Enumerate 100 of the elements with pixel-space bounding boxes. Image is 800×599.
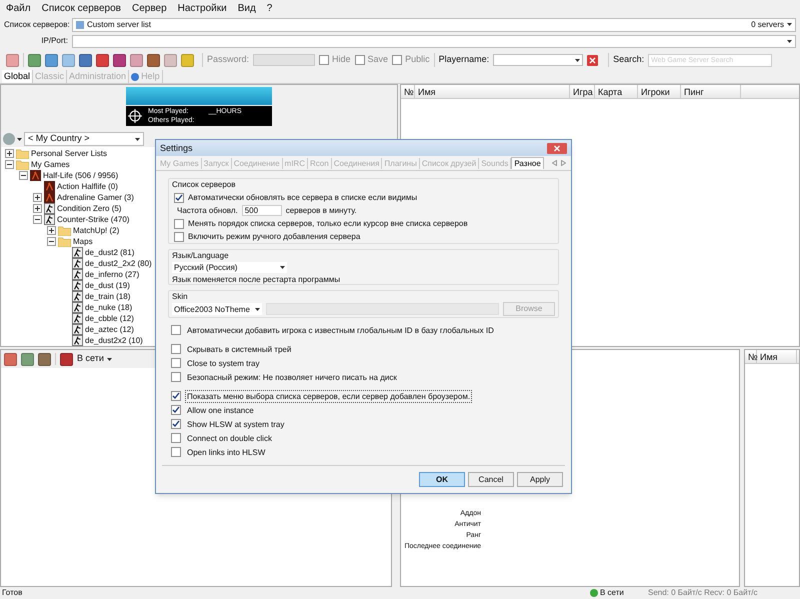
expand-toggle[interactable] — [5, 149, 14, 158]
tree-item[interactable]: de_aztec (12) — [85, 324, 134, 334]
column-header[interactable]: Имя — [757, 350, 797, 363]
toolbar-icon[interactable] — [28, 54, 41, 66]
tree-item[interactable]: Half-Life (506 / 9956) — [43, 170, 118, 180]
checkbox[interactable] — [392, 55, 402, 65]
toolbar-icon[interactable] — [147, 54, 160, 66]
traffic-status: Send: 0 Байт/с Recv: 0 Байт/с — [648, 587, 758, 599]
checkbox[interactable] — [171, 405, 181, 415]
tree-item[interactable]: de_inferno (27) — [85, 270, 140, 280]
checkbox[interactable] — [171, 419, 181, 429]
group-title: Язык/Language — [172, 250, 230, 261]
tab[interactable]: Разное — [511, 157, 544, 169]
field-unit: серверов в минуту. — [286, 205, 357, 216]
caret-icon — [106, 358, 112, 360]
soldier-icon — [72, 335, 83, 346]
collapse-toggle[interactable] — [19, 171, 28, 180]
tree-item[interactable]: Counter-Strike (470) — [57, 214, 130, 224]
expand-toggle[interactable] — [47, 226, 56, 235]
menu-item[interactable]: Список серверов — [42, 0, 121, 16]
tree-item[interactable]: Condition Zero (5) — [57, 204, 122, 214]
clear-icon[interactable] — [587, 54, 598, 66]
dialog-button[interactable]: Cancel — [468, 472, 514, 487]
lambda-icon — [30, 170, 41, 181]
folder-icon — [58, 226, 71, 236]
checkbox[interactable] — [171, 372, 181, 382]
toolbar-icon[interactable] — [6, 54, 19, 66]
lambda-icon — [44, 181, 55, 192]
column-header[interactable]: Пинг — [681, 85, 741, 98]
tree-item[interactable]: MatchUp! (2) — [73, 226, 120, 236]
field-label: Playername: — [438, 53, 490, 66]
checkbox[interactable] — [174, 218, 184, 228]
scroll-right-icon[interactable] — [561, 160, 566, 166]
column-header[interactable]: Игроки — [638, 85, 681, 98]
toolbar-icon[interactable] — [45, 54, 58, 66]
tree-item[interactable]: de_train (18) — [85, 292, 130, 302]
menu-item[interactable]: Сервер — [132, 0, 167, 16]
menu-item[interactable]: ? — [266, 0, 272, 16]
collapse-toggle[interactable] — [33, 215, 42, 224]
checkbox[interactable] — [319, 55, 330, 65]
expand-toggle[interactable] — [33, 204, 42, 213]
folder-icon — [58, 236, 71, 246]
soldier-icon — [72, 269, 83, 280]
checkbox-label: Open links into HLSW — [186, 446, 266, 458]
caret-icon — [280, 266, 285, 269]
column-header[interactable]: № — [745, 350, 757, 363]
tree-item[interactable]: de_dust2_2x2 (80) — [85, 258, 152, 268]
server-list-dropdown[interactable]: Custom server list 0 servers — [72, 18, 796, 32]
tree-item[interactable]: Personal Server Lists — [31, 148, 108, 158]
scroll-left-icon[interactable] — [552, 160, 557, 166]
checkbox[interactable] — [171, 325, 181, 335]
toolbar-icon[interactable] — [96, 54, 109, 66]
password-field[interactable] — [253, 54, 316, 66]
tree-item[interactable]: My Games — [31, 160, 70, 170]
toolbar-icon[interactable] — [130, 54, 143, 66]
menu-item[interactable]: Вид — [238, 0, 256, 16]
tree-item[interactable]: de_cbble (12) — [85, 314, 134, 324]
country-dropdown[interactable]: < My Country > — [24, 132, 144, 146]
soldier-icon — [44, 203, 55, 214]
status-icon[interactable] — [60, 352, 73, 366]
column-header[interactable]: Игра — [570, 85, 595, 98]
tree-item[interactable]: Maps — [73, 236, 93, 246]
column-header[interactable]: Карта — [595, 85, 638, 98]
tree-item[interactable]: de_dust2x2 (10) — [85, 336, 143, 346]
menu-item[interactable]: Файл — [6, 0, 31, 16]
close-icon[interactable] — [547, 142, 567, 154]
soldier-icon — [72, 258, 83, 269]
status-dropdown[interactable]: В сети — [77, 352, 112, 366]
checkbox[interactable] — [171, 344, 181, 354]
collapse-toggle[interactable] — [5, 160, 14, 169]
language-dropdown[interactable]: Русский (Россия) — [172, 262, 287, 273]
checkbox[interactable] — [174, 192, 184, 202]
caret-icon — [17, 138, 22, 140]
column-header[interactable]: Имя — [415, 85, 570, 98]
checkbox[interactable] — [171, 433, 181, 443]
tree-item[interactable]: de_nuke (18) — [85, 302, 132, 312]
checkbox[interactable] — [171, 358, 181, 368]
menu-item[interactable]: Настройки — [178, 0, 227, 16]
checkbox[interactable] — [174, 232, 184, 242]
checkbox[interactable] — [171, 391, 181, 401]
tree-item[interactable]: Action Halflife (0) — [57, 182, 118, 192]
toolbar-icon[interactable] — [113, 54, 126, 66]
tree-item[interactable]: de_dust (19) — [85, 280, 130, 290]
ip-port-field[interactable] — [72, 34, 796, 48]
dialog-button[interactable]: OK — [419, 472, 465, 487]
tree-item[interactable]: de_dust2 (81) — [85, 248, 134, 258]
checkbox-label: Скрывать в системный трей — [186, 344, 292, 356]
tree-item[interactable]: Adrenaline Gamer (3) — [57, 192, 134, 202]
dialog-button[interactable]: Apply — [517, 472, 563, 487]
caret-icon — [135, 138, 140, 140]
checkbox[interactable] — [171, 447, 181, 457]
skin-dropdown[interactable]: Office2003 NoTheme — [172, 303, 262, 315]
collapse-toggle[interactable] — [47, 237, 56, 246]
checkbox[interactable] — [354, 55, 365, 65]
expand-toggle[interactable] — [33, 193, 42, 202]
rate-field[interactable]: 500 — [242, 205, 282, 216]
column-header[interactable]: № — [401, 85, 415, 98]
tab[interactable]: Global — [2, 70, 34, 84]
toolbar-icon[interactable] — [79, 54, 92, 66]
checkbox-label: Allow one instance — [186, 404, 255, 416]
